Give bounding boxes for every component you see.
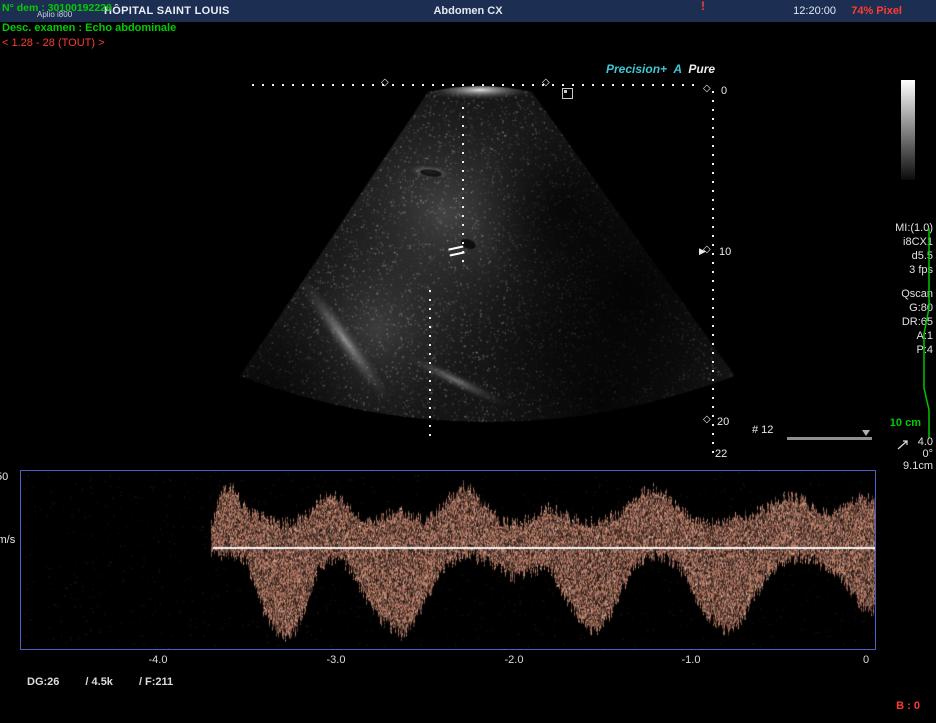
x-tick: 0 bbox=[846, 654, 886, 666]
focus-value: 4.0 bbox=[853, 436, 933, 448]
ruler-diamond-icon: ◇ bbox=[542, 78, 550, 88]
x-tick: -1.0 bbox=[671, 654, 711, 666]
y-axis-unit-label: cm/s bbox=[0, 534, 15, 546]
scan-width-ruler bbox=[252, 84, 702, 86]
wall-filter-value: / F:211 bbox=[139, 676, 173, 688]
bmode-ultrasound-image bbox=[228, 74, 738, 466]
apure-label: Pure bbox=[688, 62, 715, 76]
grayscale-bar bbox=[901, 80, 915, 180]
ruler-diamond-icon: ◇ bbox=[381, 78, 389, 88]
depth-tick-10: 10 bbox=[719, 246, 731, 258]
x-tick: -3.0 bbox=[316, 654, 356, 666]
steer-angle-value: 0° bbox=[853, 448, 933, 460]
depth-diamond-icon: ◇ bbox=[703, 84, 711, 94]
exam-description: Desc. examen : Echo abdominale bbox=[2, 22, 176, 34]
doppler-waveform bbox=[21, 471, 875, 649]
depth-scale-label: 10 cm bbox=[890, 417, 921, 429]
doppler-spectral-panel bbox=[20, 470, 876, 650]
prf-value: / 4.5k bbox=[85, 676, 113, 688]
precision-mode-label: Precision+ bbox=[606, 62, 667, 76]
depth-tick-0: 0 bbox=[721, 85, 727, 97]
depth-diamond-icon: ◇ bbox=[703, 415, 711, 425]
x-tick: -4.0 bbox=[138, 654, 178, 666]
b-gain-value: B : 0 bbox=[896, 700, 920, 712]
doppler-settings-row: DG:26 / 4.5k / F:211 bbox=[27, 676, 173, 688]
depth-ruler bbox=[712, 91, 714, 456]
apure-a-label: A bbox=[673, 62, 682, 76]
patient-id: N° dem : 30100192226 bbox=[2, 2, 112, 14]
clock: 12:20:00 bbox=[793, 5, 836, 17]
focus-marker-icon: ▶ bbox=[699, 246, 706, 257]
imaging-mode-labels: Precision+ A Pure bbox=[606, 62, 718, 76]
depth-tick-22: 22 bbox=[715, 448, 727, 460]
battery-status: 74% Pixel bbox=[851, 5, 902, 17]
top-bar: Aplio i800 N° dem : 30100192226 HÔPITAL … bbox=[0, 0, 936, 22]
y-axis-top-label: 50 bbox=[0, 471, 8, 483]
cine-range: < 1.28 - 28 (TOUT) > bbox=[2, 37, 105, 49]
alert-icon: ! bbox=[701, 0, 705, 13]
x-tick: -2.0 bbox=[494, 654, 534, 666]
depth-tick-20: 20 bbox=[717, 416, 729, 428]
measurement-line bbox=[429, 290, 431, 442]
probe-orientation-icon bbox=[562, 88, 573, 99]
frame-indicator: # 12 bbox=[752, 424, 773, 436]
doppler-gain: DG:26 bbox=[27, 676, 59, 688]
tgc-curve[interactable] bbox=[921, 226, 933, 440]
